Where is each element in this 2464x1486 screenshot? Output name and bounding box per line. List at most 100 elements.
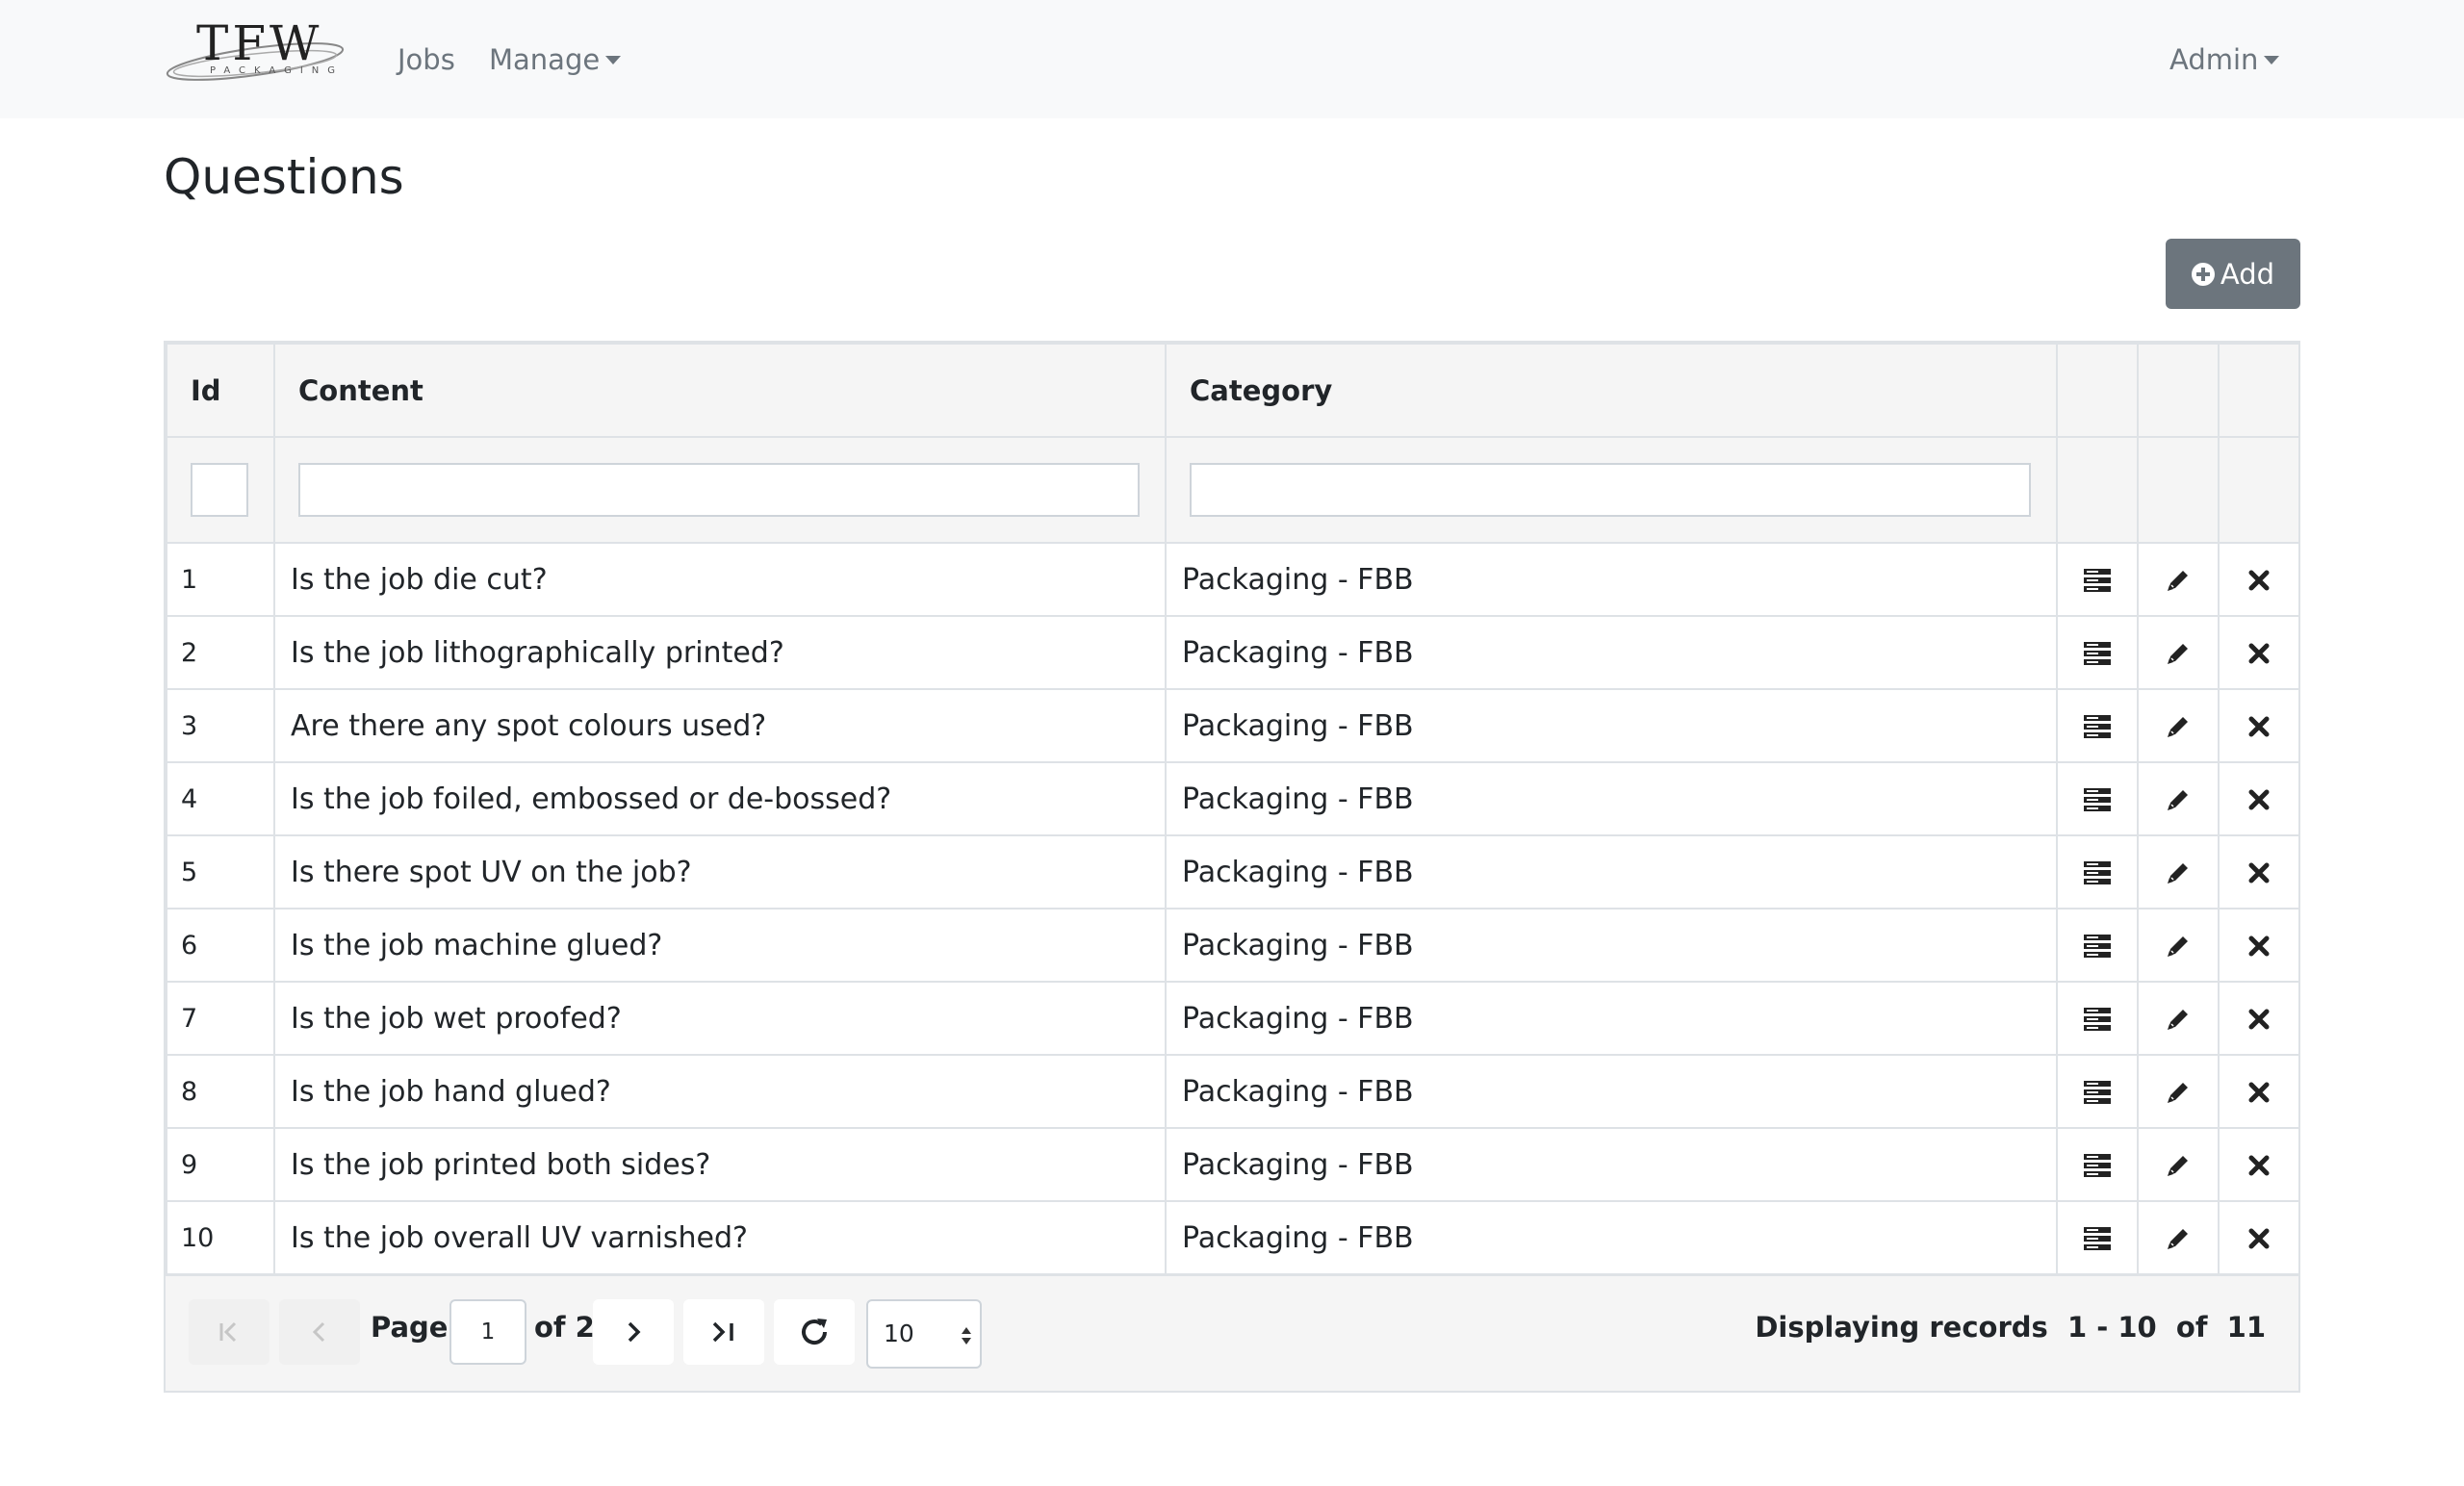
edit-button[interactable] <box>2137 1054 2220 1129</box>
delete-button[interactable] <box>2218 908 2300 983</box>
details-button[interactable] <box>2056 981 2139 1056</box>
cell-category: Packaging - FBB <box>1165 1127 2058 1202</box>
page-title: Questions <box>164 149 404 205</box>
delete-x-icon <box>2248 570 2270 591</box>
cell-content: Is the job foiled, embossed or de-bossed… <box>273 761 1167 836</box>
cell-content: Is the job die cut? <box>273 542 1167 617</box>
first-page-button[interactable] <box>189 1299 270 1365</box>
nav-admin-dropdown[interactable]: Admin <box>2169 40 2280 79</box>
tfw-logo[interactable]: TFW PACKAGING <box>164 15 351 92</box>
edit-button[interactable] <box>2137 834 2220 910</box>
chevron-left-icon <box>312 1321 325 1343</box>
page-size-value: 10 <box>884 1319 914 1347</box>
cell-content: Is the job overall UV varnished? <box>273 1200 1167 1275</box>
cell-id: 2 <box>166 615 275 690</box>
delete-button[interactable] <box>2218 542 2300 617</box>
add-button[interactable]: Add <box>2166 239 2300 309</box>
details-button[interactable] <box>2056 688 2139 763</box>
details-button[interactable] <box>2056 761 2139 836</box>
cell-content: Is there spot UV on the job? <box>273 834 1167 910</box>
last-page-button[interactable] <box>683 1299 764 1365</box>
delete-x-icon <box>2248 789 2270 810</box>
page-size-select[interactable]: 10 <box>866 1299 982 1369</box>
details-icon <box>2084 1008 2111 1031</box>
filter-category-input[interactable] <box>1190 463 2031 517</box>
delete-x-icon <box>2248 1009 2270 1030</box>
edit-button[interactable] <box>2137 1127 2220 1202</box>
details-button[interactable] <box>2056 542 2139 617</box>
plus-circle-icon <box>2191 262 2215 286</box>
edit-pencil-icon <box>2168 1229 2188 1249</box>
edit-button[interactable] <box>2137 908 2220 983</box>
delete-x-icon <box>2248 862 2270 884</box>
delete-button[interactable] <box>2218 1200 2300 1275</box>
table-row: 10 Is the job overall UV varnished? Packag… <box>166 1200 2300 1275</box>
edit-button[interactable] <box>2137 761 2220 836</box>
cell-id: 7 <box>166 981 275 1056</box>
details-button[interactable] <box>2056 834 2139 910</box>
details-icon <box>2084 715 2111 738</box>
cell-content: Is the job printed both sides? <box>273 1127 1167 1202</box>
delete-button[interactable] <box>2218 981 2300 1056</box>
nav-jobs-link[interactable]: Jobs <box>398 40 455 79</box>
table-row: 7 Is the job wet proofed? Packaging - FBB <box>166 981 2300 1056</box>
cell-category: Packaging - FBB <box>1165 615 2058 690</box>
cell-content: Is the job wet proofed? <box>273 981 1167 1056</box>
details-icon <box>2084 1227 2111 1250</box>
column-header-id[interactable]: Id <box>166 343 275 438</box>
details-button[interactable] <box>2056 615 2139 690</box>
refresh-button[interactable] <box>774 1299 855 1365</box>
filter-empty-cell <box>2218 436 2300 544</box>
table-row: 6 Is the job machine glued? Packaging - FB… <box>166 908 2300 983</box>
first-page-icon <box>219 1321 237 1343</box>
edit-button[interactable] <box>2137 688 2220 763</box>
edit-pencil-icon <box>2168 936 2188 957</box>
column-header-details <box>2056 343 2139 438</box>
next-page-button[interactable] <box>593 1299 674 1365</box>
delete-button[interactable] <box>2218 1127 2300 1202</box>
table-row: 1 Is the job die cut? Packaging - FBB <box>166 542 2300 617</box>
logo-text: TFW <box>196 15 323 71</box>
details-button[interactable] <box>2056 1127 2139 1202</box>
cell-content: Is the job machine glued? <box>273 908 1167 983</box>
cell-category: Packaging - FBB <box>1165 761 2058 836</box>
cell-content: Is the job hand glued? <box>273 1054 1167 1129</box>
edit-pencil-icon <box>2168 1156 2188 1176</box>
edit-button[interactable] <box>2137 981 2220 1056</box>
delete-button[interactable] <box>2218 688 2300 763</box>
nav-manage-dropdown[interactable]: Manage <box>489 40 622 79</box>
edit-button[interactable] <box>2137 615 2220 690</box>
details-icon <box>2084 1081 2111 1104</box>
questions-grid: Id Content Category 1 Is the job die cut?… <box>164 341 2300 1393</box>
page-number-input[interactable]: 1 <box>449 1299 526 1365</box>
details-button[interactable] <box>2056 1200 2139 1275</box>
delete-x-icon <box>2248 716 2270 737</box>
delete-button[interactable] <box>2218 615 2300 690</box>
details-button[interactable] <box>2056 1054 2139 1129</box>
details-icon <box>2084 642 2111 665</box>
cell-category: Packaging - FBB <box>1165 542 2058 617</box>
filter-content-input[interactable] <box>298 463 1140 517</box>
filter-empty-cell <box>2056 436 2139 544</box>
delete-x-icon <box>2248 1228 2270 1249</box>
records-summary: Displaying records 1 - 10 of 11 <box>1755 1311 2266 1344</box>
edit-pencil-icon <box>2168 644 2188 664</box>
column-header-delete <box>2218 343 2300 438</box>
delete-button[interactable] <box>2218 834 2300 910</box>
grid-body: 1 Is the job die cut? Packaging - FBB 2 Is t… <box>166 542 2300 1275</box>
nav-manage-label: Manage <box>489 43 601 76</box>
filter-id-input[interactable] <box>191 463 248 517</box>
column-header-content[interactable]: Content <box>273 343 1167 438</box>
filter-empty-cell <box>2137 436 2220 544</box>
cell-category: Packaging - FBB <box>1165 834 2058 910</box>
edit-button[interactable] <box>2137 542 2220 617</box>
details-icon <box>2084 861 2111 884</box>
nav-admin-label: Admin <box>2169 43 2259 76</box>
delete-button[interactable] <box>2218 1054 2300 1129</box>
previous-page-button[interactable] <box>279 1299 360 1365</box>
edit-button[interactable] <box>2137 1200 2220 1275</box>
details-button[interactable] <box>2056 908 2139 983</box>
delete-button[interactable] <box>2218 761 2300 836</box>
table-row: 4 Is the job foiled, embossed or de-bosse… <box>166 761 2300 836</box>
column-header-category[interactable]: Category <box>1165 343 2058 438</box>
